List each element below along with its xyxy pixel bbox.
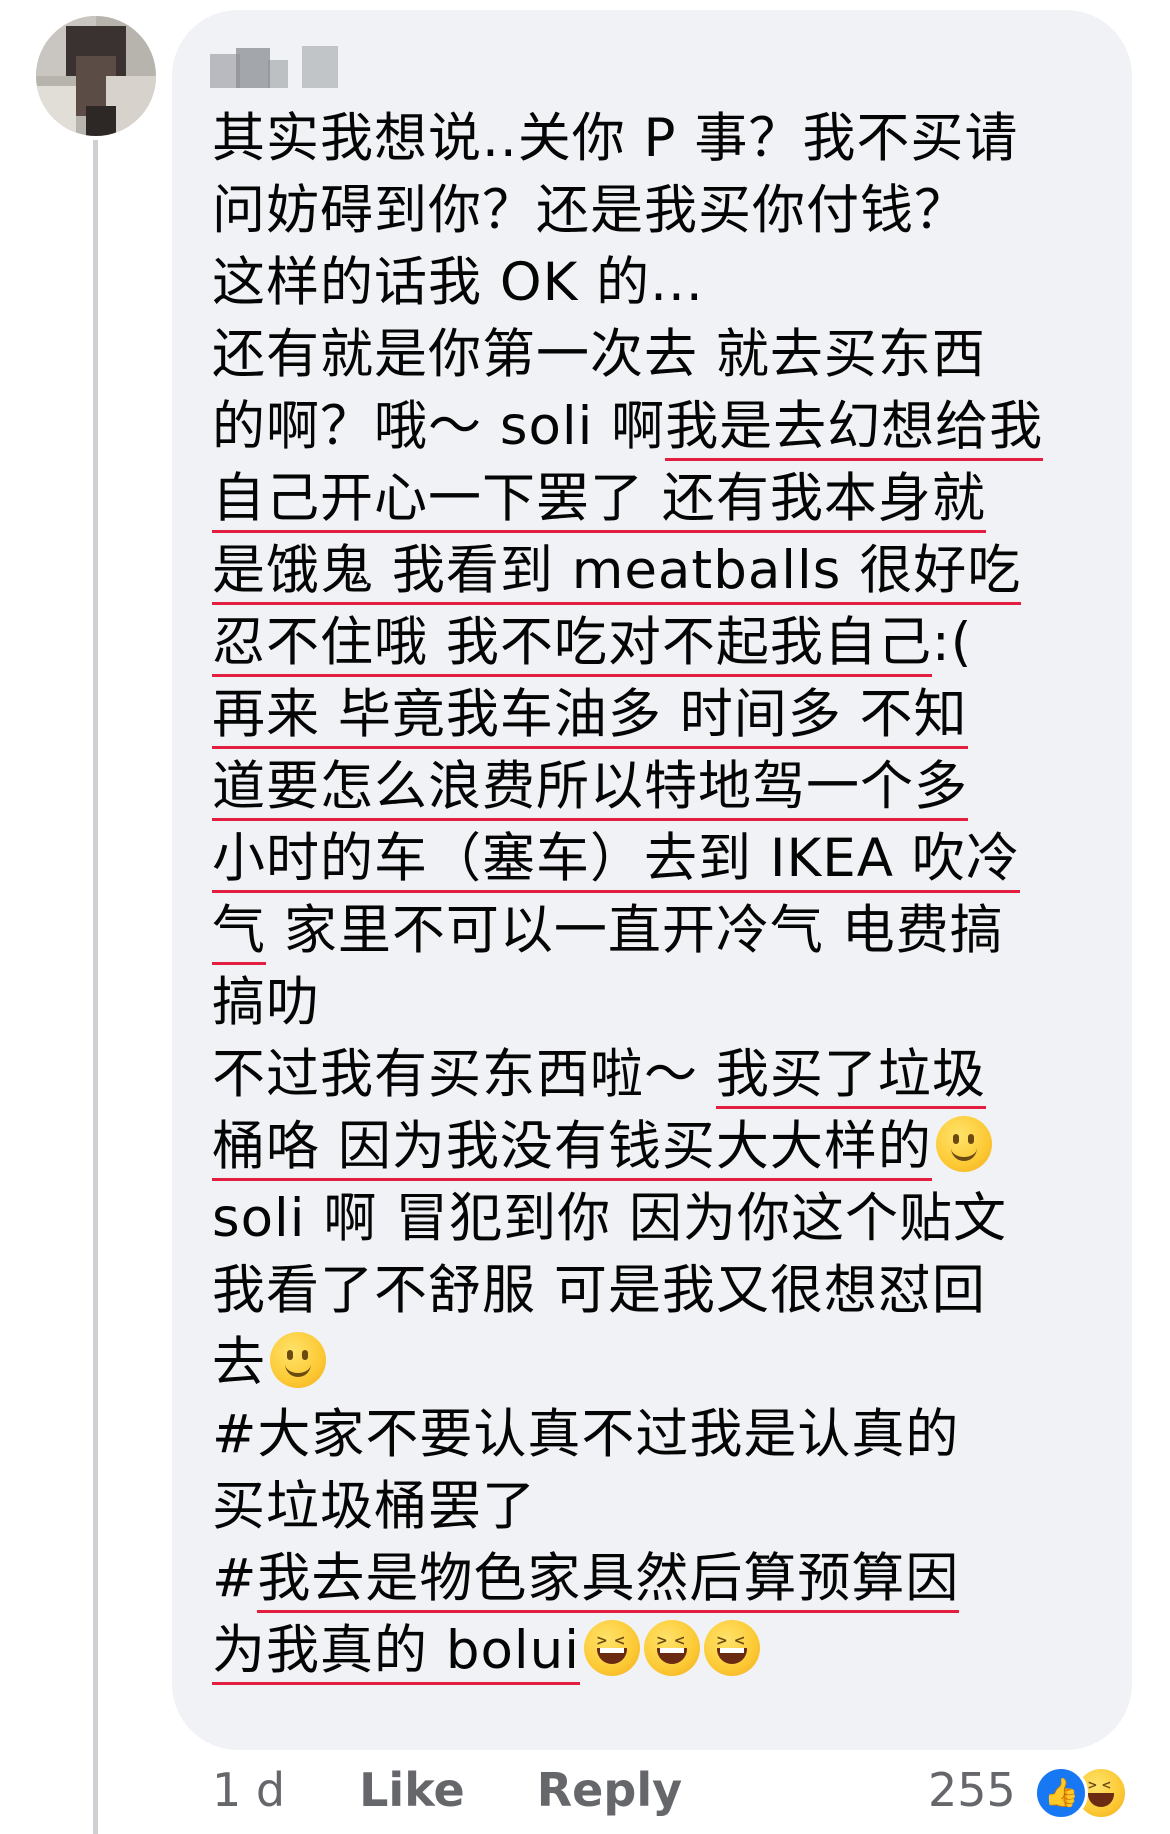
comment-text-segment: 还有就是你第一次去 就去买东西 (212, 324, 986, 385)
comment-text-segment: 这样的话我 OK 的... (212, 252, 704, 313)
author-name-blurred[interactable] (210, 44, 350, 92)
underlined-text: 我去是物色家具然后算预算因 (257, 1548, 960, 1613)
like-button[interactable]: Like (359, 1763, 465, 1817)
laughing-emoji-icon: >< (703, 1620, 760, 1676)
comment-text-segment: 买垃圾桶罢了 (212, 1476, 536, 1537)
underlined-text: 是饿鬼 我看到 meatballs 很好吃 (212, 540, 1022, 605)
comment-line: 自己开心一下罢了 还有我本身就 (212, 463, 1132, 535)
comment-line: 为我真的 bolui >< >< >< (212, 1615, 1132, 1687)
underlined-text: 小时的车（塞车）去到 IKEA 吹冷 (212, 828, 1020, 893)
comment-text-segment: #大家不要认真不过我是认真的 (212, 1404, 960, 1465)
underlined-text: 自己开心一下罢了 还有我本身就 (212, 468, 986, 533)
laughing-emoji-icon: >< (583, 1620, 640, 1676)
comment-line: 气 家里不可以一直开冷气 电费搞 (212, 895, 1132, 967)
comment-text-segment: 的啊？哦～ soli 啊 (212, 396, 666, 457)
comment-line: #大家不要认真不过我是认真的 (212, 1399, 1132, 1471)
underlined-text: 我是去幻想给我 (665, 396, 1044, 461)
comment-time[interactable]: 1 d (212, 1763, 285, 1817)
underlined-text: 桶咯 因为我没有钱买大大样的 (212, 1116, 932, 1181)
comment-text-segment: soli 啊 冒犯到你 因为你这个贴文 (212, 1188, 1008, 1249)
thread-line (93, 140, 98, 1834)
comment-text: 其实我想说..关你 P 事？我不买请 问妨碍到你？还是我买你付钱？ 这样的话我 OK… (212, 103, 1132, 1687)
comment-line: 道要怎么浪费所以特地驾一个多 (212, 751, 1132, 823)
underlined-text: 我买了垃圾 (715, 1044, 986, 1109)
underlined-text: 为我真的 bolui (212, 1620, 580, 1685)
comment-text-segment: 不过我有买东西啦～ (212, 1044, 716, 1105)
comment-text-segment: 搞叻 (212, 972, 320, 1033)
underlined-text: 道要怎么浪费所以特地驾一个多 (212, 756, 968, 821)
reaction-icons: >< 👍 (1034, 1760, 1142, 1820)
comment-line: soli 啊 冒犯到你 因为你这个贴文 (212, 1183, 1132, 1255)
comment-text-segment: 去 (212, 1332, 266, 1393)
comment-text-segment: 其实我想说..关你 P 事？我不买请 (212, 108, 1019, 169)
reaction-count: 255 (928, 1763, 1016, 1817)
comment-line: 这样的话我 OK 的... (212, 247, 1132, 319)
comment-line: 再来 毕竟我车油多 时间多 不知 (212, 679, 1132, 751)
comment-line: 桶咯 因为我没有钱买大大样的 (212, 1111, 1132, 1183)
comment-line: 小时的车（塞车）去到 IKEA 吹冷 (212, 823, 1132, 895)
comment-text-segment: 问妨碍到你？还是我买你付钱？ (212, 180, 968, 241)
comment-line: 不过我有买东西啦～ 我买了垃圾 (212, 1039, 1132, 1111)
reaction-summary[interactable]: 255 >< 👍 (928, 1760, 1142, 1820)
comment-line: #我去是物色家具然后算预算因 (212, 1543, 1132, 1615)
comment-line: 其实我想说..关你 P 事？我不买请 (212, 103, 1132, 175)
comment-text-segment: :( (931, 612, 973, 673)
comment-text-segment: 家里不可以一直开冷气 电费搞 (266, 900, 1004, 961)
smiling-emoji-icon (270, 1332, 326, 1388)
like-icon: 👍 (1034, 1766, 1089, 1820)
avatar[interactable] (36, 16, 156, 136)
underlined-text: 忍不住哦 我不吃对不起我自己 (212, 612, 932, 677)
comment-line: 去 (212, 1327, 1132, 1399)
comment-line: 我看了不舒服 可是我又很想怼回 (212, 1255, 1132, 1327)
reply-button[interactable]: Reply (537, 1763, 682, 1817)
comment-line: 忍不住哦 我不吃对不起我自己:( (212, 607, 1132, 679)
comment-line: 问妨碍到你？还是我买你付钱？ (212, 175, 1132, 247)
comment-line: 搞叻 (212, 967, 1132, 1039)
comment-line: 是饿鬼 我看到 meatballs 很好吃 (212, 535, 1132, 607)
comment-line: 的啊？哦～ soli 啊我是去幻想给我 (212, 391, 1132, 463)
comment-text-segment: # (212, 1548, 258, 1609)
comment-actions: 1 d Like Reply (212, 1760, 682, 1820)
comment-line: 买垃圾桶罢了 (212, 1471, 1132, 1543)
underlined-text: 气 (212, 900, 266, 965)
comment-text-segment: 我看了不舒服 可是我又很想怼回 (212, 1260, 986, 1321)
underlined-text: 再来 毕竟我车油多 时间多 不知 (212, 684, 968, 749)
laughing-emoji-icon: >< (643, 1620, 700, 1676)
smiling-emoji-icon (935, 1116, 992, 1172)
comment-line: 还有就是你第一次去 就去买东西 (212, 319, 1132, 391)
